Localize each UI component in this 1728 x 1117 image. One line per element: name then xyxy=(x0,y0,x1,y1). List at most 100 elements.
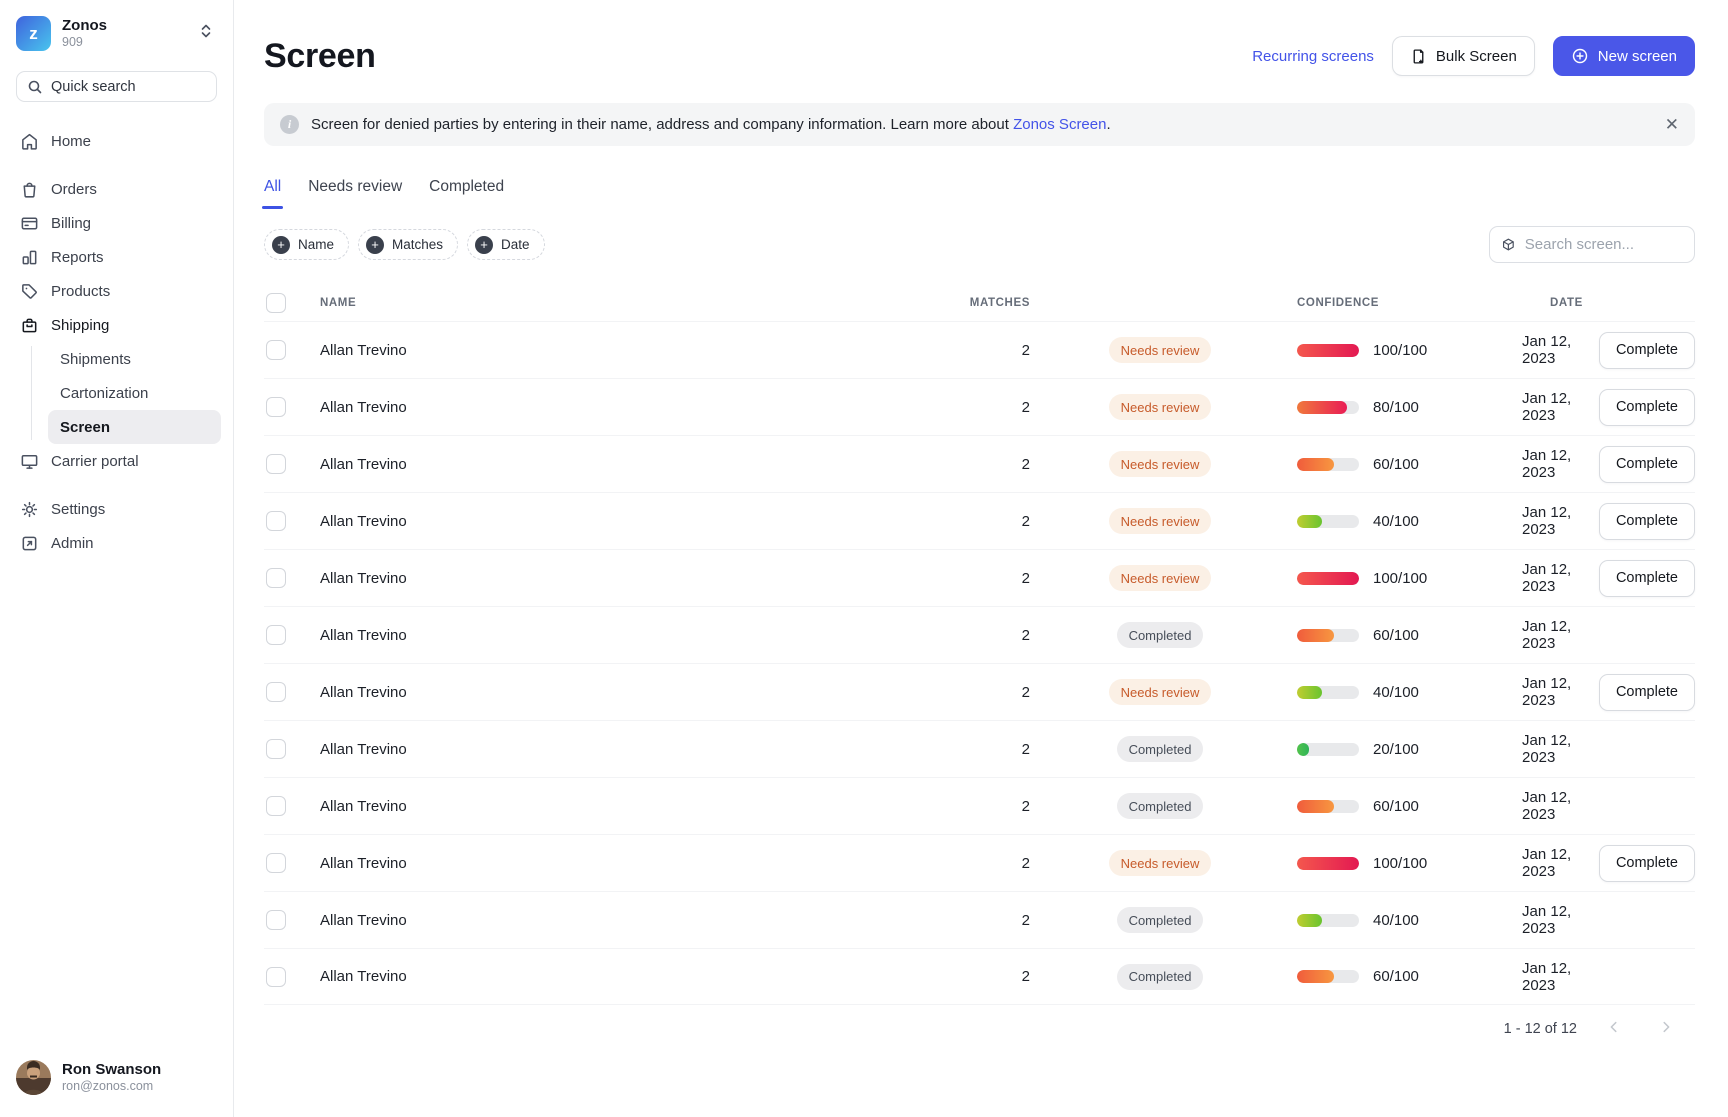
sidebar-item-label: Admin xyxy=(51,535,94,552)
status-badge: Needs review xyxy=(1109,679,1212,705)
sidebar-item-settings[interactable]: Settings xyxy=(12,492,221,526)
bulk-screen-label: Bulk Screen xyxy=(1436,48,1517,65)
sidebar-item-shipping[interactable]: Shipping xyxy=(12,308,221,342)
sidebar-item-reports[interactable]: Reports xyxy=(12,240,221,274)
workspace-name: Zonos xyxy=(62,17,107,35)
row-checkbox[interactable] xyxy=(266,625,286,645)
complete-button[interactable]: Complete xyxy=(1599,503,1695,540)
table-row: Allan Trevino 2 Completed 40/100 Jan 12,… xyxy=(264,891,1695,948)
row-score: 40/100 xyxy=(1373,684,1419,701)
complete-button[interactable]: Complete xyxy=(1599,560,1695,597)
new-screen-button[interactable]: New screen xyxy=(1553,36,1695,76)
sidebar-item-admin[interactable]: Admin xyxy=(12,526,221,560)
confidence-bar xyxy=(1297,686,1359,699)
gear-icon xyxy=(20,500,39,519)
row-matches: 2 xyxy=(864,456,1030,473)
screen-search-input[interactable] xyxy=(1525,236,1683,253)
sidebar-item-carrier-portal[interactable]: Carrier portal xyxy=(12,444,221,478)
row-date: Jan 12, 2023 xyxy=(1502,732,1602,766)
row-matches: 2 xyxy=(864,627,1030,644)
row-score: 40/100 xyxy=(1373,912,1419,929)
bulk-screen-button[interactable]: Bulk Screen xyxy=(1392,36,1535,76)
home-icon xyxy=(20,132,39,151)
confidence-bar-fill xyxy=(1297,401,1347,414)
filter-chip-name[interactable]: + Name xyxy=(264,229,349,260)
confidence-bar-fill xyxy=(1297,572,1359,585)
tab-all[interactable]: All xyxy=(264,178,281,209)
complete-button[interactable]: Complete xyxy=(1599,674,1695,711)
filter-chip-label: Name xyxy=(298,237,334,252)
workspace-switcher[interactable]: z Zonos 909 xyxy=(12,14,221,53)
confidence-bar xyxy=(1297,914,1359,927)
complete-button[interactable]: Complete xyxy=(1599,446,1695,483)
row-name: Allan Trevino xyxy=(304,684,864,701)
zonos-screen-link[interactable]: Zonos Screen xyxy=(1013,116,1106,133)
row-date: Jan 12, 2023 xyxy=(1502,447,1602,481)
quick-search-input[interactable]: Quick search xyxy=(16,71,217,102)
sidebar-item-home[interactable]: Home xyxy=(12,124,221,158)
recurring-screens-link[interactable]: Recurring screens xyxy=(1252,48,1374,65)
banner-text: Screen for denied parties by entering in… xyxy=(311,116,1111,133)
row-checkbox[interactable] xyxy=(266,397,286,417)
complete-button[interactable]: Complete xyxy=(1599,845,1695,882)
table-body: Allan Trevino 2 Needs review 100/100 Jan… xyxy=(264,321,1695,1005)
row-checkbox[interactable] xyxy=(266,454,286,474)
row-date: Jan 12, 2023 xyxy=(1502,960,1602,994)
sidebar-item-label: Shipments xyxy=(60,351,131,368)
sidebar-item-shipments[interactable]: Shipments xyxy=(48,342,221,376)
confidence-bar xyxy=(1297,970,1359,983)
row-checkbox[interactable] xyxy=(266,682,286,702)
status-badge: Needs review xyxy=(1109,508,1212,534)
row-checkbox[interactable] xyxy=(266,853,286,873)
bar-chart-icon xyxy=(20,248,39,267)
tag-icon xyxy=(20,282,39,301)
filter-chip-matches[interactable]: + Matches xyxy=(358,229,458,260)
row-name: Allan Trevino xyxy=(304,399,864,416)
row-score: 100/100 xyxy=(1373,570,1427,587)
user-menu[interactable]: Ron Swanson ron@zonos.com xyxy=(12,1056,221,1099)
table-row: Allan Trevino 2 Needs review 60/100 Jan … xyxy=(264,435,1695,492)
close-icon[interactable]: ✕ xyxy=(1665,116,1679,133)
row-checkbox[interactable] xyxy=(266,967,286,987)
row-matches: 2 xyxy=(864,684,1030,701)
tab-completed[interactable]: Completed xyxy=(429,178,504,209)
page-title: Screen xyxy=(264,37,376,76)
new-screen-label: New screen xyxy=(1598,48,1677,65)
column-header-confidence: CONFIDENCE xyxy=(1290,297,1502,309)
row-checkbox[interactable] xyxy=(266,910,286,930)
screen-search-field[interactable] xyxy=(1489,226,1695,263)
table-row: Allan Trevino 2 Needs review 40/100 Jan … xyxy=(264,663,1695,720)
table-row: Allan Trevino 2 Completed 20/100 Jan 12,… xyxy=(264,720,1695,777)
user-email: ron@zonos.com xyxy=(62,1079,161,1094)
row-checkbox[interactable] xyxy=(266,796,286,816)
sidebar-item-products[interactable]: Products xyxy=(12,274,221,308)
filter-chip-date[interactable]: + Date xyxy=(467,229,545,260)
sidebar-item-screen[interactable]: Screen xyxy=(48,410,221,444)
row-name: Allan Trevino xyxy=(304,912,864,929)
sidebar-item-orders[interactable]: Orders xyxy=(12,172,221,206)
status-badge: Completed xyxy=(1117,793,1204,819)
sidebar-item-billing[interactable]: Billing xyxy=(12,206,221,240)
sidebar-item-label: Settings xyxy=(51,501,105,518)
plus-icon: + xyxy=(272,236,290,254)
row-name: Allan Trevino xyxy=(304,741,864,758)
row-checkbox[interactable] xyxy=(266,340,286,360)
row-checkbox[interactable] xyxy=(266,739,286,759)
row-date: Jan 12, 2023 xyxy=(1502,618,1602,652)
chevron-up-down-icon[interactable] xyxy=(199,23,213,44)
chevron-right-icon[interactable] xyxy=(1659,1020,1673,1038)
confidence-bar-fill xyxy=(1297,686,1322,699)
row-checkbox[interactable] xyxy=(266,511,286,531)
row-checkbox[interactable] xyxy=(266,568,286,588)
tab-needs-review[interactable]: Needs review xyxy=(308,178,402,209)
complete-button[interactable]: Complete xyxy=(1599,332,1695,369)
row-date: Jan 12, 2023 xyxy=(1502,789,1602,823)
row-score: 60/100 xyxy=(1373,627,1419,644)
chevron-left-icon[interactable] xyxy=(1607,1020,1621,1038)
row-score: 60/100 xyxy=(1373,968,1419,985)
confidence-bar xyxy=(1297,344,1359,357)
row-score: 60/100 xyxy=(1373,798,1419,815)
sidebar-item-cartonization[interactable]: Cartonization xyxy=(48,376,221,410)
select-all-checkbox[interactable] xyxy=(266,293,286,313)
complete-button[interactable]: Complete xyxy=(1599,389,1695,426)
